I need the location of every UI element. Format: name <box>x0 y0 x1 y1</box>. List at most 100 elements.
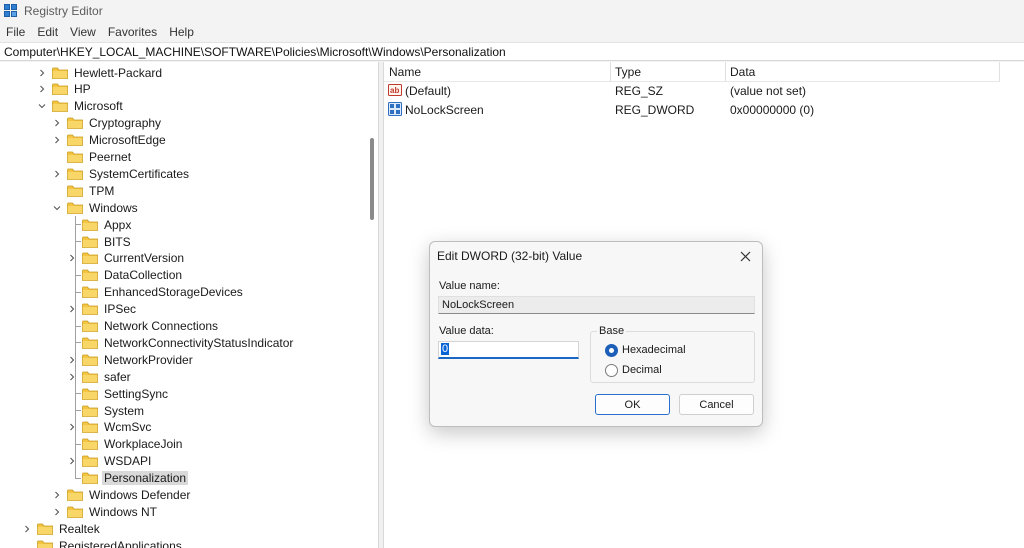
tree-item-datacollection[interactable]: DataCollection <box>67 267 184 284</box>
hexadecimal-radio[interactable]: Hexadecimal <box>605 342 686 358</box>
folder-icon <box>37 523 53 535</box>
dialog-title: Edit DWORD (32-bit) Value <box>437 249 583 263</box>
folder-icon <box>67 489 83 501</box>
tree-item-label: Network Connections <box>104 319 219 333</box>
tree-item-label: Windows Defender <box>89 488 191 502</box>
menu-edit[interactable]: Edit <box>31 25 64 39</box>
folder-icon <box>82 438 98 451</box>
value-name: (Default) <box>405 84 452 98</box>
string-value-icon: ab <box>388 84 402 96</box>
tree-item-workplacejoin[interactable]: WorkplaceJoin <box>67 436 184 453</box>
value-row[interactable]: ab (Default) REG_SZ (value not set) <box>384 82 1000 100</box>
chevron-down-icon[interactable] <box>37 101 47 111</box>
tree-item-tpm[interactable]: TPM <box>52 182 116 199</box>
cancel-button[interactable]: Cancel <box>679 394 754 415</box>
column-name-header[interactable]: Name <box>384 62 421 82</box>
registry-key-tree[interactable]: Hewlett-Packard HP Microsoft Cryptography Mi… <box>0 62 378 548</box>
column-type-header[interactable]: Type <box>610 62 641 82</box>
chevron-right-icon[interactable] <box>52 490 62 500</box>
base-group-label: Base <box>597 325 627 337</box>
folder-icon <box>82 219 98 231</box>
tree-item-registeredapplications[interactable]: RegisteredApplications <box>22 537 184 548</box>
chevron-right-icon[interactable] <box>37 68 47 78</box>
tree-item-label: MicrosoftEdge <box>89 133 166 148</box>
tree-item-systemcertificates[interactable]: SystemCertificates <box>52 165 191 182</box>
value-type: REG_DWORD <box>615 103 695 117</box>
close-button[interactable] <box>734 246 756 266</box>
chevron-down-icon[interactable] <box>52 203 62 213</box>
tree-item-label: HP <box>74 82 91 97</box>
column-data-header[interactable]: Data <box>725 62 755 82</box>
tree-item-label: WcmSvc <box>104 420 152 435</box>
tree-item-settingsync[interactable]: SettingSync <box>67 385 170 402</box>
tree-connector-line <box>75 342 81 344</box>
tree-item-network-connections[interactable]: Network Connections <box>67 318 220 335</box>
tree-item-realtek[interactable]: Realtek <box>22 520 102 537</box>
hexadecimal-label: Hexadecimal <box>622 344 686 356</box>
menu-help[interactable]: Help <box>163 25 200 39</box>
tree-item-label: Microsoft <box>74 99 123 114</box>
ok-button[interactable]: OK <box>595 394 670 415</box>
menu-favorites[interactable]: Favorites <box>102 25 163 39</box>
folder-icon <box>37 540 53 548</box>
tree-item-windows-nt[interactable]: Windows NT <box>52 503 159 520</box>
tree-item-cryptography[interactable]: Cryptography <box>52 115 163 132</box>
tree-item-windows[interactable]: Windows <box>52 199 140 216</box>
chevron-right-icon[interactable] <box>52 135 62 145</box>
value-data-input[interactable]: 0 <box>438 341 579 359</box>
value-data-text: 0 <box>441 343 450 355</box>
tree-item-wcmsvc[interactable]: WcmSvc <box>67 419 153 436</box>
list-header: Name Type Data <box>384 62 1000 82</box>
folder-icon <box>67 134 83 146</box>
chevron-right-icon[interactable] <box>37 84 47 94</box>
tree-item-networkprovider[interactable]: NetworkProvider <box>67 351 195 368</box>
tree-item-personalization[interactable]: Personalization <box>67 470 189 487</box>
tree-item-currentversion[interactable]: CurrentVersion <box>67 250 186 267</box>
folder-icon <box>82 236 98 248</box>
decimal-radio[interactable]: Decimal <box>605 362 662 378</box>
base-group: Base Hexadecimal Decimal <box>590 325 755 383</box>
folder-icon <box>82 269 98 282</box>
tree-item-ipsec[interactable]: IPSec <box>67 301 138 318</box>
folder-icon <box>82 286 98 299</box>
value-row[interactable]: NoLockScreen REG_DWORD 0x00000000 (0) <box>384 101 1000 119</box>
value-data: 0x00000000 (0) <box>730 103 815 117</box>
value-type: REG_SZ <box>615 84 664 98</box>
registry-editor-icon <box>4 4 18 18</box>
tree-item-peernet[interactable]: Peernet <box>52 149 133 166</box>
svg-text:ab: ab <box>390 86 399 95</box>
tree-item-hp[interactable]: HP <box>37 81 93 98</box>
tree-item-enhancedstoragedevices[interactable]: EnhancedStorageDevices <box>67 284 245 301</box>
folder-icon <box>82 371 98 383</box>
chevron-right-icon[interactable] <box>22 524 32 534</box>
tree-item-hewlett-packard[interactable]: Hewlett-Packard <box>37 64 164 81</box>
tree-item-label: EnhancedStorageDevices <box>104 285 243 300</box>
value-name-field: NoLockScreen <box>438 296 755 314</box>
folder-icon <box>82 455 98 468</box>
tree-scrollbar[interactable] <box>366 62 378 548</box>
radio-selected-icon[interactable] <box>605 343 618 357</box>
address-bar[interactable]: Computer\HKEY_LOCAL_MACHINE\SOFTWARE\Pol… <box>0 42 1024 61</box>
folder-icon <box>82 388 98 400</box>
tree-item-label: safer <box>104 369 131 384</box>
title-bar: Registry Editor <box>0 0 1024 22</box>
tree-item-windows-defender[interactable]: Windows Defender <box>52 487 192 504</box>
column-divider[interactable] <box>999 62 1000 82</box>
tree-item-safer[interactable]: safer <box>67 368 133 385</box>
menu-view[interactable]: View <box>64 25 102 39</box>
tree-item-microsoftedge[interactable]: MicrosoftEdge <box>52 132 168 149</box>
radio-unselected-icon[interactable] <box>605 363 618 377</box>
registry-editor-window: Registry Editor File Edit View Favorites… <box>0 0 1024 548</box>
chevron-right-icon[interactable] <box>52 118 62 128</box>
chevron-right-icon[interactable] <box>52 507 62 517</box>
tree-item-microsoft[interactable]: Microsoft <box>37 98 125 115</box>
folder-icon <box>67 151 83 163</box>
tree-scrollbar-thumb[interactable] <box>370 138 374 220</box>
tree-item-networkconnectivitystatusindicator[interactable]: NetworkConnectivityStatusIndicator <box>67 334 295 351</box>
chevron-right-icon[interactable] <box>52 169 62 179</box>
folder-icon <box>52 67 68 79</box>
tree-item-wsdapi[interactable]: WSDAPI <box>67 453 153 470</box>
menu-file[interactable]: File <box>0 25 31 39</box>
tree-item-label: Peernet <box>89 150 132 164</box>
